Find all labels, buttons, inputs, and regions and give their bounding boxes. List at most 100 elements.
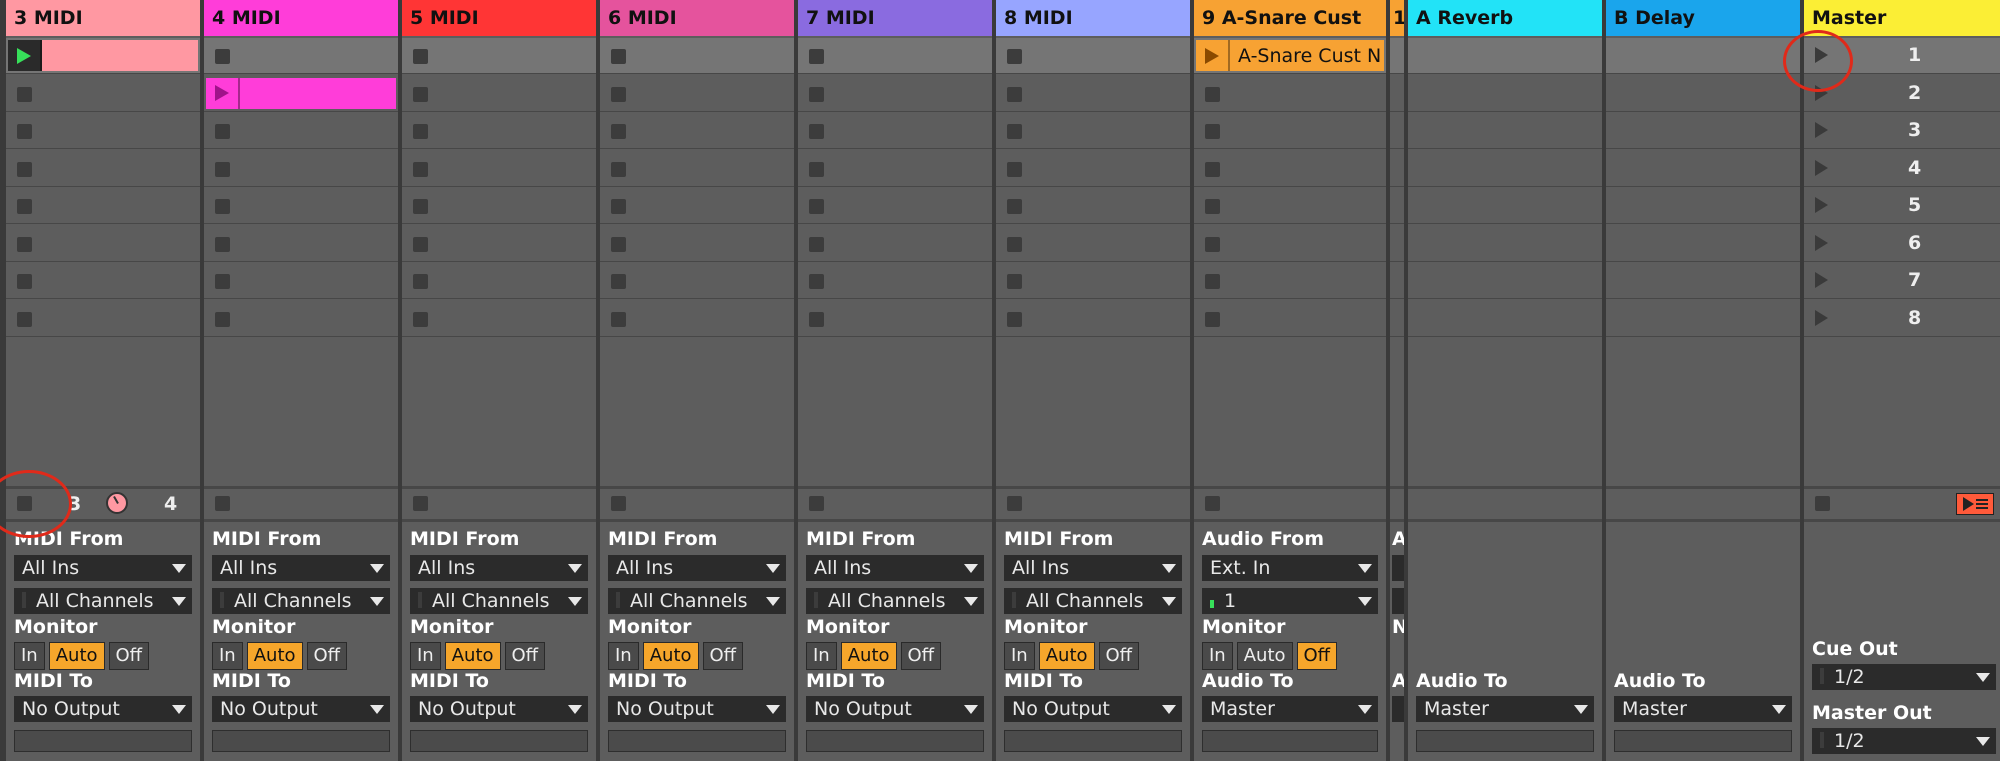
clip-slot[interactable] xyxy=(600,188,794,224)
input-channel-dropdown[interactable]: All Channels xyxy=(212,588,390,614)
stop-icon[interactable] xyxy=(215,311,230,327)
clip-slot[interactable] xyxy=(6,75,200,112)
output-dropdown[interactable]: No Output xyxy=(14,696,192,722)
clip-slot[interactable] xyxy=(402,150,596,187)
empty-drop-area[interactable] xyxy=(798,340,992,486)
clip-slot[interactable] xyxy=(600,300,794,337)
scene-launch-slot[interactable]: 4 xyxy=(1804,150,2000,187)
stop-icon[interactable] xyxy=(611,161,626,177)
monitor-in-button[interactable]: In xyxy=(806,642,837,670)
clip-slot[interactable] xyxy=(600,113,794,149)
track-header[interactable]: 6 MIDI xyxy=(600,0,794,36)
monitor-in-button[interactable]: In xyxy=(14,642,45,670)
stop-icon[interactable] xyxy=(17,86,32,102)
clip-slot[interactable] xyxy=(402,188,596,224)
clip-slot[interactable] xyxy=(798,38,992,74)
monitor-auto-button[interactable]: Auto xyxy=(840,642,897,670)
input-channel-dropdown[interactable]: All Channels xyxy=(410,588,588,614)
clip-slot[interactable] xyxy=(402,113,596,149)
stop-icon[interactable] xyxy=(809,86,824,102)
clip[interactable] xyxy=(206,77,396,109)
monitor-auto-button[interactable]: Auto xyxy=(1236,642,1293,670)
clip-slot[interactable] xyxy=(996,300,1190,337)
track-header[interactable]: 3 MIDI xyxy=(6,0,200,36)
cue-out-dropdown[interactable]: 1/2 xyxy=(1812,664,1996,690)
partial-dropdown[interactable] xyxy=(1392,696,1404,722)
scene-launch-slot[interactable]: 7 xyxy=(1804,263,2000,299)
monitor-off-button[interactable]: Off xyxy=(1098,642,1140,670)
clip-slot[interactable] xyxy=(1194,263,1386,299)
partial-dropdown[interactable] xyxy=(1392,588,1404,614)
track-header[interactable]: 8 MIDI xyxy=(996,0,1190,36)
input-source-dropdown[interactable]: All Ins xyxy=(410,555,588,581)
clip-slot[interactable] xyxy=(6,150,200,187)
monitor-in-button[interactable]: In xyxy=(1202,642,1233,670)
clip-slot[interactable] xyxy=(798,150,992,187)
clip-slot[interactable] xyxy=(600,150,794,187)
clip-slot[interactable] xyxy=(204,263,398,299)
stop-icon[interactable] xyxy=(1205,199,1220,214)
clip-slot[interactable] xyxy=(1390,300,1404,337)
clip-slot[interactable] xyxy=(1390,150,1404,187)
stop-icon[interactable] xyxy=(413,311,428,327)
stop-icon[interactable] xyxy=(611,49,626,64)
stop-icon[interactable] xyxy=(611,236,626,252)
clip-slot[interactable] xyxy=(996,225,1190,262)
stop-icon[interactable] xyxy=(611,124,626,139)
stop-icon[interactable] xyxy=(809,496,824,511)
monitor-off-button[interactable]: Off xyxy=(504,642,546,670)
stop-icon[interactable] xyxy=(809,199,824,214)
track-text-field[interactable] xyxy=(1004,730,1182,752)
clip-slot[interactable] xyxy=(402,263,596,299)
empty-drop-area[interactable] xyxy=(6,340,200,486)
input-source-dropdown[interactable]: All Ins xyxy=(1004,555,1182,581)
stop-icon[interactable] xyxy=(1205,274,1220,289)
track-text-field[interactable] xyxy=(1202,730,1378,752)
clip-slot[interactable] xyxy=(204,225,398,262)
stop-icon[interactable] xyxy=(611,274,626,289)
monitor-in-button[interactable]: In xyxy=(608,642,639,670)
clip-slot[interactable] xyxy=(1194,225,1386,262)
stop-icon[interactable] xyxy=(809,311,824,327)
input-channel-dropdown[interactable]: All Channels xyxy=(608,588,786,614)
track-text-field[interactable] xyxy=(608,730,786,752)
clip-slot[interactable] xyxy=(402,75,596,112)
clip-slot[interactable] xyxy=(996,150,1190,187)
track-text-field[interactable] xyxy=(806,730,984,752)
input-channel-dropdown[interactable]: All Channels xyxy=(1004,588,1182,614)
scene-launch-slot[interactable]: 3 xyxy=(1804,113,2000,149)
clip-slot[interactable] xyxy=(1194,300,1386,337)
monitor-auto-button[interactable]: Auto xyxy=(246,642,303,670)
clip-slot[interactable] xyxy=(1390,188,1404,224)
clip-launch-button[interactable] xyxy=(8,40,42,71)
stop-icon[interactable] xyxy=(1205,124,1220,139)
stop-icon[interactable] xyxy=(17,199,32,214)
clip-slot[interactable] xyxy=(600,225,794,262)
master-out-dropdown[interactable]: 1/2 xyxy=(1812,728,1996,754)
stop-icon[interactable] xyxy=(413,496,428,511)
scene-play-icon[interactable] xyxy=(1815,197,1828,213)
stop-icon[interactable] xyxy=(17,124,32,139)
clip-slot[interactable] xyxy=(402,300,596,337)
output-dropdown[interactable]: No Output xyxy=(806,696,984,722)
stop-icon[interactable] xyxy=(1007,274,1022,289)
clip-slot[interactable] xyxy=(996,38,1190,74)
clip-slot[interactable] xyxy=(1390,38,1404,74)
stop-icon[interactable] xyxy=(17,161,32,177)
clip-slot[interactable] xyxy=(204,150,398,187)
stop-icon[interactable] xyxy=(215,161,230,177)
stop-all-icon[interactable] xyxy=(1815,496,1830,511)
clip-slot[interactable] xyxy=(204,188,398,224)
output-dropdown[interactable]: Master xyxy=(1614,696,1792,722)
monitor-auto-button[interactable]: Auto xyxy=(444,642,501,670)
clip-slot[interactable] xyxy=(996,75,1190,112)
output-dropdown[interactable]: No Output xyxy=(410,696,588,722)
stop-icon[interactable] xyxy=(413,124,428,139)
clip-slot[interactable] xyxy=(1194,188,1386,224)
input-channel-dropdown[interactable]: 1 xyxy=(1202,588,1378,614)
input-source-dropdown[interactable]: All Ins xyxy=(14,555,192,581)
monitor-auto-button[interactable]: Auto xyxy=(1038,642,1095,670)
input-channel-dropdown[interactable]: All Channels xyxy=(14,588,192,614)
track-header[interactable]: 9 A-Snare Cust xyxy=(1194,0,1386,36)
monitor-off-button[interactable]: Off xyxy=(108,642,150,670)
